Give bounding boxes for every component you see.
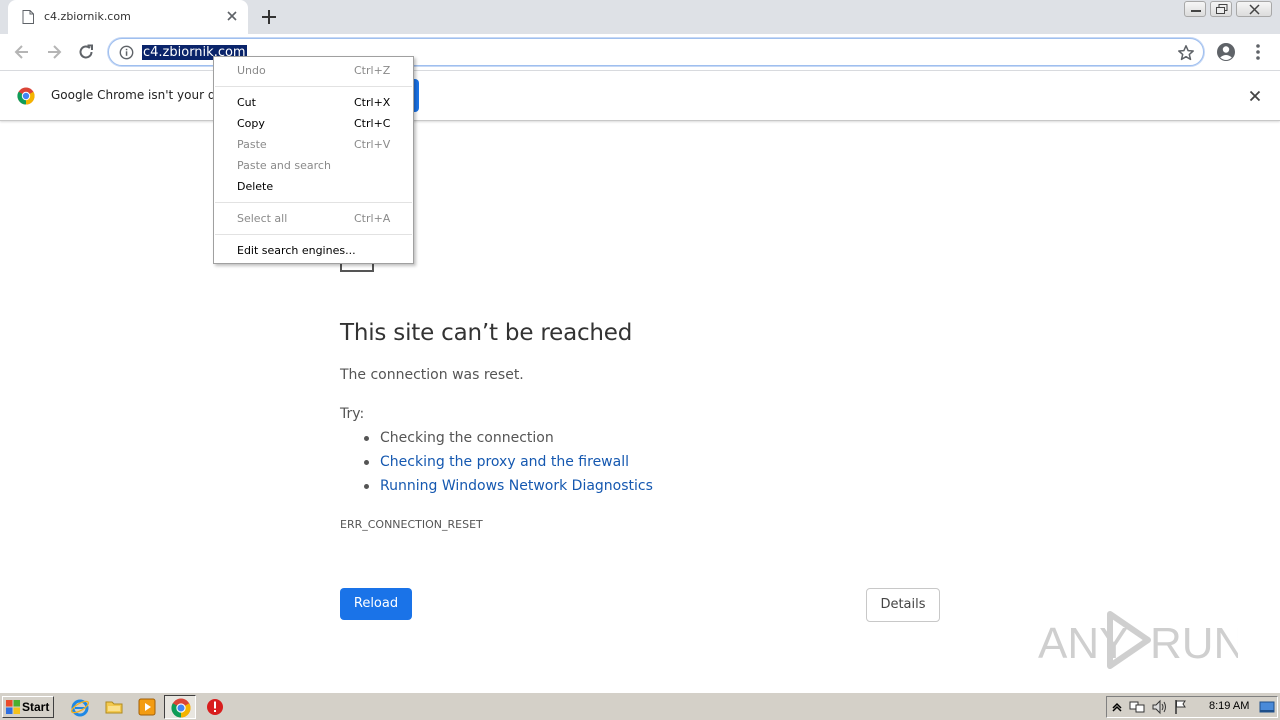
menu-item-label: Paste and search	[237, 159, 331, 172]
profile-icon[interactable]	[1216, 42, 1236, 62]
infobar-message: Google Chrome isn't your def	[51, 88, 228, 102]
close-window-button[interactable]	[1236, 1, 1272, 17]
menu-item-shortcut: Ctrl+Z	[354, 64, 391, 77]
restore-button[interactable]	[1210, 1, 1232, 17]
menu-item-shortcut: Ctrl+C	[354, 117, 391, 130]
suggestion-check-proxy-link[interactable]: Checking the proxy and the firewall	[362, 454, 653, 478]
menu-item-label: Cut	[237, 96, 256, 109]
menu-item-cut[interactable]: Cut Ctrl+X	[214, 92, 413, 113]
tab-strip: c4.zbiornik.com	[0, 0, 1280, 34]
reload-icon[interactable]	[76, 42, 96, 62]
menu-item-shortcut: Ctrl+X	[354, 96, 391, 109]
back-icon[interactable]	[12, 42, 32, 62]
infobar-close-icon[interactable]	[1247, 88, 1263, 104]
start-label: Start	[22, 700, 50, 714]
windows-taskbar: Start 8:19 AM	[0, 692, 1280, 720]
bookmark-star-icon[interactable]	[1177, 44, 1195, 62]
context-menu: Undo Ctrl+Z Cut Ctrl+X Copy Ctrl+C Paste…	[213, 56, 414, 264]
menu-item-label: Edit search engines...	[237, 244, 356, 257]
menu-item-label: Undo	[237, 64, 266, 77]
suggestion-network-diagnostics-link[interactable]: Running Windows Network Diagnostics	[362, 478, 653, 502]
watermark-text-right: RUN	[1150, 619, 1238, 668]
media-player-icon[interactable]	[137, 697, 157, 717]
volume-icon[interactable]	[1151, 699, 1167, 715]
minimize-icon	[1191, 10, 1201, 12]
menu-item-label: Paste	[237, 138, 267, 151]
stop-icon[interactable]	[205, 697, 225, 717]
chrome-logo-icon	[17, 87, 35, 105]
menu-item-paste[interactable]: Paste Ctrl+V	[214, 134, 413, 155]
new-tab-icon[interactable]	[260, 8, 278, 26]
internet-explorer-icon[interactable]	[70, 697, 90, 717]
tray-expand-icon[interactable]	[1109, 699, 1125, 715]
menu-item-copy[interactable]: Copy Ctrl+C	[214, 113, 413, 134]
chrome-menu-icon[interactable]	[1250, 42, 1266, 62]
toolbar: c4.zbiornik.com	[0, 34, 1280, 71]
default-browser-infobar: Google Chrome isn't your def	[0, 71, 1280, 121]
menu-item-delete[interactable]: Delete	[214, 176, 413, 197]
try-label: Try:	[340, 406, 365, 422]
menu-item-shortcut: Ctrl+V	[354, 138, 391, 151]
forward-icon[interactable]	[44, 42, 64, 62]
restore-icon	[1216, 4, 1228, 14]
menu-item-label: Delete	[237, 180, 274, 193]
menu-item-paste-and-search[interactable]: Paste and search	[214, 155, 413, 176]
clock[interactable]: 8:19 AM	[1209, 700, 1249, 712]
menu-item-edit-search-engines[interactable]: Edit search engines...	[214, 240, 413, 261]
page-icon	[22, 10, 34, 24]
anyrun-watermark-logo: ANY RUN	[1038, 611, 1238, 669]
menu-separator	[215, 234, 412, 235]
details-button[interactable]: Details	[866, 588, 940, 622]
reload-button[interactable]: Reload	[340, 588, 412, 620]
error-subtitle: The connection was reset.	[340, 367, 524, 383]
menu-separator	[215, 202, 412, 203]
menu-item-label: Copy	[237, 117, 265, 130]
tab-close-icon[interactable]	[224, 8, 240, 24]
chrome-icon	[171, 698, 191, 718]
suggestion-check-connection: Checking the connection	[362, 430, 653, 454]
action-center-flag-icon[interactable]	[1173, 699, 1189, 715]
menu-item-shortcut: Ctrl+A	[354, 212, 391, 225]
browser-tab[interactable]: c4.zbiornik.com	[8, 0, 248, 34]
info-icon[interactable]	[119, 45, 134, 60]
minimize-button[interactable]	[1184, 1, 1206, 17]
network-icon[interactable]	[1129, 699, 1145, 715]
close-window-icon	[1249, 4, 1260, 15]
folder-icon[interactable]	[104, 697, 124, 717]
menu-item-undo[interactable]: Undo Ctrl+Z	[214, 60, 413, 81]
system-tray: 8:19 AM	[1106, 696, 1278, 718]
windows-flag-icon	[6, 700, 20, 714]
error-title: This site can’t be reached	[340, 320, 633, 346]
menu-item-select-all[interactable]: Select all Ctrl+A	[214, 208, 413, 229]
start-button[interactable]: Start	[2, 696, 54, 718]
menu-separator	[215, 86, 412, 87]
taskbar-chrome-button[interactable]	[164, 695, 196, 719]
tab-title: c4.zbiornik.com	[44, 10, 131, 23]
show-desktop-icon[interactable]	[1259, 699, 1275, 715]
menu-item-label: Select all	[237, 212, 288, 225]
error-code: ERR_CONNECTION_RESET	[340, 518, 483, 531]
suggestion-list: Checking the connection Checking the pro…	[362, 430, 653, 502]
